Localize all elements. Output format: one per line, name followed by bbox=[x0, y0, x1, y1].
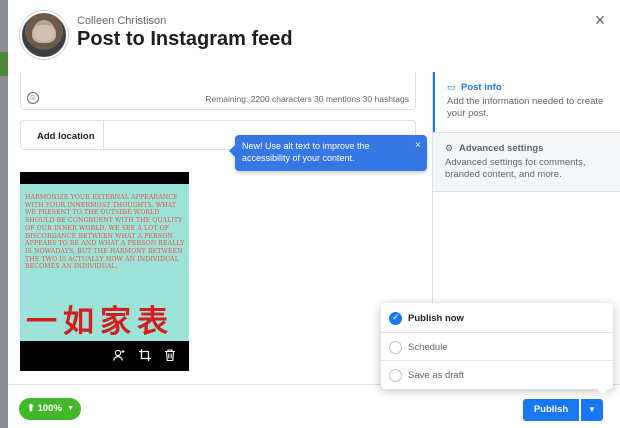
publish-option-draft[interactable]: Save as draft bbox=[381, 360, 613, 388]
composer-pane: ☺ Remaining: 2200 characters 30 mentions… bbox=[8, 72, 432, 384]
publish-option-schedule[interactable]: Schedule bbox=[381, 332, 613, 360]
media-toolbar bbox=[20, 341, 189, 371]
backdrop-accent bbox=[0, 52, 8, 76]
media-image[interactable]: Harmonize your external appearance with … bbox=[20, 184, 189, 341]
option-label: Publish now bbox=[408, 313, 464, 324]
publish-options-button[interactable]: ▼ bbox=[581, 399, 603, 421]
radio-checked-icon[interactable] bbox=[389, 312, 402, 325]
chevron-down-icon: ▼ bbox=[588, 405, 596, 414]
sidebar-item-title: Advanced settings bbox=[459, 143, 544, 154]
zoom-button[interactable]: ⬆ 100% ▼ bbox=[19, 398, 81, 420]
publish-options-menu: Publish now Schedule Save as draft bbox=[381, 303, 613, 395]
option-label: Schedule bbox=[408, 342, 448, 353]
account-name: Colleen Christison bbox=[77, 15, 167, 27]
media-preview: Harmonize your external appearance with … bbox=[20, 172, 189, 371]
publish-button[interactable]: Publish bbox=[523, 399, 579, 421]
alt-text-tooltip: New! Use alt text to improve the accessi… bbox=[229, 135, 427, 171]
tag-person-icon[interactable] bbox=[112, 348, 126, 362]
post-info-icon: ▭ bbox=[447, 82, 456, 92]
crop-icon[interactable] bbox=[138, 348, 152, 362]
radio-icon[interactable] bbox=[389, 369, 402, 382]
sidebar-item-description: Advanced settings for comments, branded … bbox=[445, 157, 586, 180]
media-quote: Harmonize your external appearance with … bbox=[25, 194, 185, 271]
close-icon[interactable]: × bbox=[592, 11, 608, 29]
trash-icon[interactable] bbox=[163, 348, 177, 362]
modal-footer: ⬆ 100% ▼ Publish ▼ bbox=[8, 384, 620, 428]
gear-icon: ⚙ bbox=[445, 143, 454, 153]
sidebar-item-title: Post info bbox=[461, 82, 502, 93]
option-label: Save as draft bbox=[408, 370, 464, 381]
tooltip-close-icon[interactable]: × bbox=[415, 141, 421, 151]
location-divider bbox=[103, 121, 104, 151]
caption-field[interactable]: ☺ Remaining: 2200 characters 30 mentions… bbox=[20, 72, 416, 110]
sidebar-item-advanced-settings[interactable]: ⚙ Advanced settings Advanced settings fo… bbox=[433, 132, 620, 192]
page-title: Post to Instagram feed bbox=[77, 28, 293, 50]
modal-header: Colleen Christison Post to Instagram fee… bbox=[8, 0, 620, 72]
sidebar-item-post-info[interactable]: ▭ Post info Add the information needed t… bbox=[433, 72, 620, 132]
zoom-label: 100% bbox=[37, 403, 62, 414]
media-calligraphy: 一如家表 bbox=[26, 304, 174, 340]
location-label: Add location bbox=[37, 131, 95, 142]
chevron-down-icon: ▼ bbox=[67, 405, 74, 412]
tooltip-text: New! Use alt text to improve the accessi… bbox=[242, 141, 370, 163]
upload-icon: ⬆ bbox=[27, 403, 35, 414]
emoji-icon[interactable]: ☺ bbox=[27, 92, 39, 104]
sidebar-item-description: Add the information needed to create you… bbox=[447, 96, 604, 119]
post-modal: Colleen Christison Post to Instagram fee… bbox=[8, 0, 620, 428]
publish-option-now[interactable]: Publish now bbox=[381, 304, 613, 332]
avatar bbox=[20, 11, 68, 59]
radio-icon[interactable] bbox=[389, 341, 402, 354]
remaining-counter: Remaining: 2200 characters 30 mentions 3… bbox=[205, 94, 409, 104]
